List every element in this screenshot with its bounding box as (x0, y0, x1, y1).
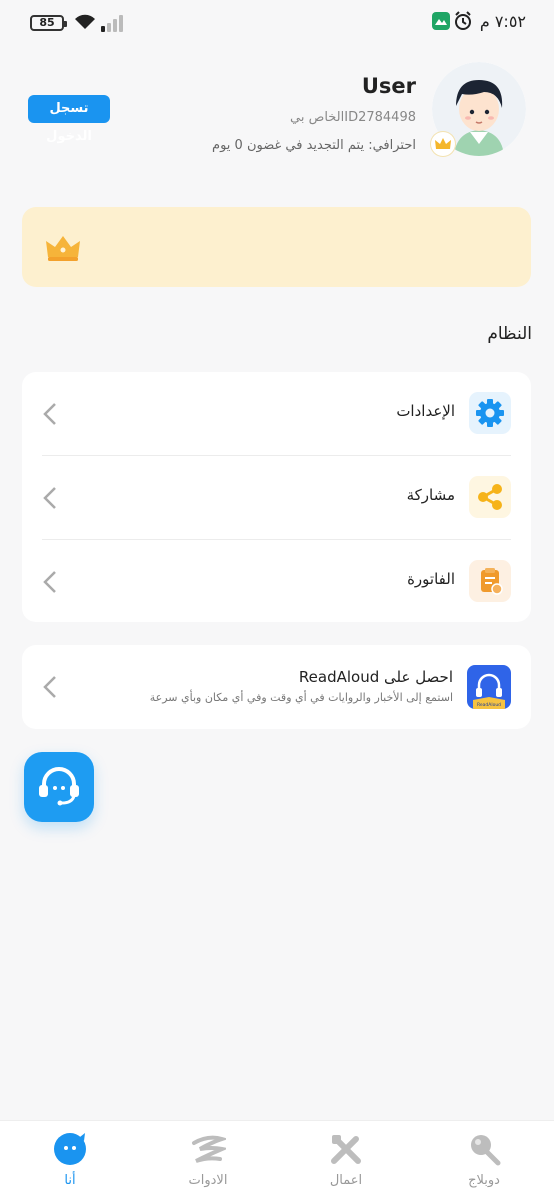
bottom-nav: دوبلاج اعمال الادوات أنا (0, 1120, 554, 1200)
menu-item-label: الإعدادات (396, 402, 455, 420)
nav-label: الادوات (188, 1173, 228, 1188)
customer-support-button[interactable] (24, 752, 94, 822)
tools-icon (192, 1135, 226, 1163)
nav-item-tools[interactable]: الادوات (168, 1121, 248, 1200)
alarm-icon (455, 11, 471, 30)
vip-banner[interactable] (22, 207, 531, 287)
battery-indicator: 85 (30, 15, 67, 31)
chevron-left-icon (43, 403, 56, 425)
readaloud-app-icon: ReadAloud (467, 665, 511, 709)
works-icon (331, 1135, 361, 1164)
chevron-left-icon (43, 571, 56, 593)
status-time: ٧:٥٢ م (479, 12, 526, 31)
user-id: ID2784498الخاص بي (290, 110, 416, 125)
share-icon (469, 476, 511, 518)
menu-item-label: مشاركة (406, 486, 455, 504)
signal-icon (101, 15, 123, 32)
username: User (361, 74, 416, 98)
nav-item-me[interactable]: أنا (30, 1121, 110, 1200)
menu-item-label: الفاتورة (407, 570, 455, 588)
menu-item-settings[interactable]: الإعدادات (22, 372, 531, 456)
headset-icon (39, 767, 79, 806)
system-menu-card: الإعدادات مشاركة الفاتورة (22, 372, 531, 622)
dubbing-icon (471, 1135, 501, 1166)
wifi-icon (75, 14, 95, 29)
svg-text:ReadAloud: ReadAloud (477, 702, 501, 708)
pro-status: احترافي: يتم التجديد في غضون 0 يوم (212, 138, 416, 153)
app-notification-icon (432, 12, 450, 30)
readaloud-promo-card[interactable]: ReadAloud احصل على ReadAloud استمع إلى ا… (22, 645, 531, 729)
nav-item-works[interactable]: اعمال (306, 1121, 386, 1200)
vip-crown-badge-icon (431, 132, 455, 156)
readaloud-subtitle: استمع إلى الأخبار والروايات في أي وقت وف… (149, 691, 453, 704)
menu-item-share[interactable]: مشاركة (22, 456, 531, 540)
nav-label: أنا (64, 1173, 76, 1188)
gear-icon (469, 392, 511, 434)
invoice-icon (469, 560, 511, 602)
crown-icon (46, 236, 80, 261)
section-title: النظام (487, 324, 532, 344)
nav-label: اعمال (329, 1173, 363, 1188)
chevron-left-icon (43, 487, 56, 509)
chevron-left-icon (43, 676, 56, 698)
status-bar: 85 ٧:٥٢ م (0, 0, 554, 46)
readaloud-title: احصل على ReadAloud (298, 668, 453, 686)
me-icon (54, 1133, 86, 1165)
menu-item-invoice[interactable]: الفاتورة (22, 540, 531, 624)
login-button[interactable]: تسجل الدخول (28, 95, 110, 144)
nav-label: دوبلاج (468, 1173, 500, 1188)
nav-item-dubbing[interactable]: دوبلاج (444, 1121, 524, 1200)
